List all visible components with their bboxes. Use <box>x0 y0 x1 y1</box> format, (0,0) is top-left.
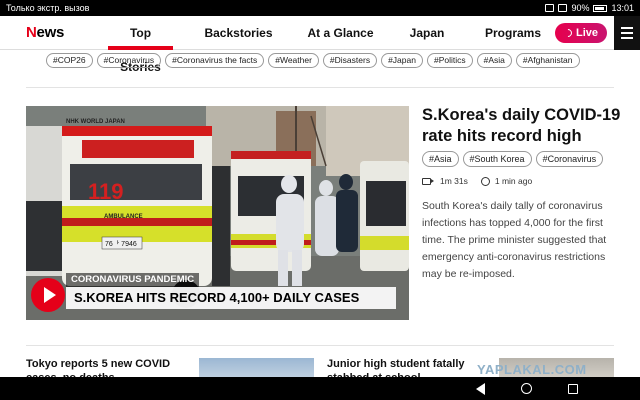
nav-tab-japan[interactable]: Japan <box>377 16 477 50</box>
story-tag[interactable]: #South Korea <box>462 151 532 167</box>
story-meta: 1m 31s 1 min ago <box>422 176 532 186</box>
video-duration: 1m 31s <box>440 176 468 186</box>
main-nav: Top Stories Backstories At a Glance Japa… <box>108 16 549 74</box>
watermark-text: YAPLAKAL.COM <box>477 362 587 377</box>
time-ago: 1 min ago <box>494 176 533 186</box>
back-icon[interactable] <box>476 382 485 395</box>
clock-icon <box>480 176 490 186</box>
topic-tag-row: #COP26 #Coronavirus #Coronavirus the fac… <box>46 53 580 68</box>
site-header: News Top Stories Backstories At a Glance… <box>0 16 640 74</box>
site-logo[interactable]: News <box>26 24 64 41</box>
home-icon[interactable] <box>521 383 532 394</box>
nav-tab-programs[interactable]: Programs <box>477 16 549 50</box>
recent-apps-icon[interactable] <box>568 383 578 394</box>
battery-percent: 90% <box>571 3 590 13</box>
svg-text:NHK WORLD JAPAN: NHK WORLD JAPAN <box>66 119 125 125</box>
svg-text:119: 119 <box>88 179 124 204</box>
nav-tab-top-stories[interactable]: Top Stories <box>108 16 173 74</box>
topic-tag[interactable]: #Disasters <box>322 53 378 68</box>
topic-tag[interactable]: #COP26 <box>46 53 93 68</box>
svg-text:76ᅡ 7946: 76ᅡ 7946 <box>105 239 137 248</box>
story-summary: South Korea's daily tally of coronavirus… <box>422 200 607 280</box>
svg-text:AMBULANCE: AMBULANCE <box>104 214 143 220</box>
clock-time: 13:01 <box>611 3 634 13</box>
notification-icon <box>545 4 555 12</box>
wifi-icon <box>558 4 568 12</box>
story-tag[interactable]: #Asia <box>422 151 459 167</box>
battery-icon <box>593 4 608 12</box>
topic-tag[interactable]: #Afghanistan <box>515 53 580 68</box>
topic-tag[interactable]: #Asia <box>476 53 512 68</box>
video-category-banner: CORONAVIRUS PANDEMIC <box>66 273 200 287</box>
topic-tag[interactable]: #Coronavirus the facts <box>165 53 265 68</box>
story-tag-row: #Asia #South Korea #Coronavirus <box>422 151 604 167</box>
main-story-video-thumbnail[interactable]: 119 AMBULANCE 76ᅡ 7946 NHK WORLD JAPAN C… <box>26 106 409 320</box>
hamburger-menu-button[interactable] <box>614 16 640 50</box>
main-story-headline[interactable]: S.Korea's daily COVID-19 rate hits recor… <box>422 105 622 147</box>
topic-tag[interactable]: #Japan <box>381 53 423 68</box>
video-icon <box>422 177 434 185</box>
status-bar: Только экстр. вызов 90% 13:01 <box>0 0 640 16</box>
topic-tag[interactable]: #Politics <box>426 53 473 68</box>
play-button[interactable] <box>31 278 65 312</box>
broadcast-icon <box>562 27 574 39</box>
system-nav-bar <box>0 377 640 400</box>
video-headline-banner: S.KOREA HITS RECORD 4,100+ DAILY CASES <box>66 287 396 309</box>
nav-tab-backstories[interactable]: Backstories <box>173 16 304 50</box>
story-tag[interactable]: #Coronavirus <box>535 151 604 167</box>
section-divider <box>26 87 614 88</box>
section-divider <box>26 345 614 346</box>
topic-tag[interactable]: #Coronavirus <box>96 53 162 68</box>
live-button[interactable]: Live <box>555 23 607 43</box>
nav-tab-at-a-glance[interactable]: At a Glance <box>304 16 377 50</box>
carrier-text: Только экстр. вызов <box>6 3 90 13</box>
topic-tag[interactable]: #Weather <box>268 53 319 68</box>
